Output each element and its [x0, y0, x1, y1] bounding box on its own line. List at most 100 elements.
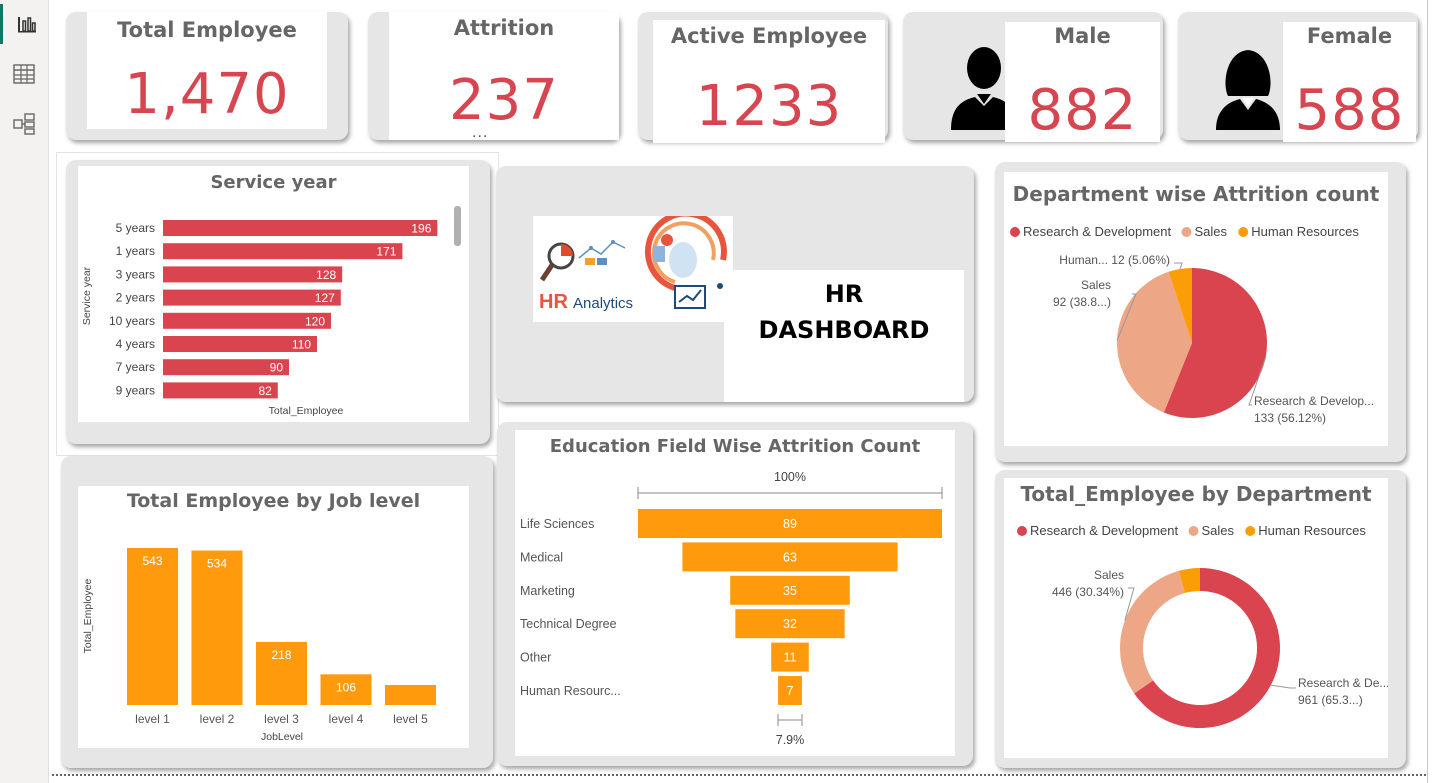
legend-marker	[1010, 227, 1020, 237]
data-label: 127	[315, 291, 335, 305]
more-options-icon[interactable]: ...	[472, 124, 488, 142]
table-view-icon[interactable]	[0, 54, 48, 94]
category-label: Other	[520, 651, 551, 665]
data-label: 120	[305, 314, 325, 328]
view-switcher-rail	[0, 0, 49, 783]
bar[interactable]	[163, 220, 438, 236]
slice-label: Human... 12 (5.06%)	[1059, 253, 1170, 267]
data-label: 63	[783, 550, 797, 564]
data-label: 171	[376, 245, 396, 259]
slice-value-label: 446 (30.34%)	[1052, 585, 1124, 599]
service-year-chart[interactable]: 5 years 196 1 years 171 3 years 128 2 years 127…	[78, 166, 469, 422]
legend-item[interactable]: Human Resources	[1258, 523, 1366, 538]
legend-item[interactable]: Sales	[1202, 523, 1235, 538]
data-label: 90	[270, 361, 284, 375]
dept-employee-card[interactable]: Total_Employee by Department Research & …	[995, 470, 1406, 768]
slice-value-label: 961 (65.3...)	[1298, 693, 1363, 707]
kpi-title: Attrition	[453, 16, 555, 40]
dept-employee-donut-chart[interactable]: Research & Development Sales Human Resourc…	[1004, 478, 1388, 758]
funnel-bottom-percent: 7.9%	[776, 733, 805, 747]
canvas-edge	[1427, 0, 1428, 783]
kpi-active-employee-card[interactable]: Active Employee 1233	[638, 12, 888, 143]
education-funnel-chart[interactable]: 100% Life Sciences 89 Medical 63 Marketing 35…	[515, 430, 955, 756]
title-card: HR Analytics HR DASHBOARD	[496, 166, 974, 402]
model-view-icon[interactable]	[0, 104, 48, 144]
category-label: 7 years	[116, 360, 155, 374]
dept-attrition-pie-chart[interactable]: Research & Development Sales Human Resourc…	[1004, 172, 1388, 446]
category-label: level 2	[200, 712, 235, 726]
bar[interactable]	[385, 685, 436, 705]
slice-label: Sales	[1094, 568, 1124, 582]
pie-slice[interactable]	[1120, 570, 1185, 694]
kpi-female-card[interactable]: Female 588	[1178, 12, 1418, 143]
kpi-value: 588	[1294, 78, 1405, 143]
dashboard-title-line2: DASHBOARD	[758, 316, 930, 344]
legend-item[interactable]: Human Resources	[1251, 224, 1359, 239]
y-axis-label: Service year	[81, 266, 93, 325]
legend-item[interactable]: Research & Development	[1030, 523, 1179, 538]
job-level-card[interactable]: Total Employee by Job level 543 level 1 53…	[61, 456, 493, 768]
data-label: 7	[787, 684, 794, 698]
data-label: 110	[292, 338, 311, 352]
logo-analytics-text: Analytics	[573, 295, 633, 312]
kpi-title: Female	[1306, 24, 1393, 48]
bar[interactable]	[191, 550, 243, 705]
report-view-icon[interactable]	[0, 4, 51, 44]
kpi-title: Total Employee	[117, 18, 297, 42]
kpi-value: 1,470	[124, 62, 290, 127]
education-card[interactable]: Education Field Wise Attrition Count 100…	[497, 422, 973, 766]
kpi-male-card[interactable]: Male 882	[903, 12, 1163, 143]
category-label: Technical Degree	[520, 617, 617, 631]
data-label: 543	[142, 554, 162, 568]
data-label: 106	[336, 680, 356, 694]
legend-item[interactable]: Research & Development	[1023, 224, 1172, 239]
service-year-card[interactable]: Service year 5 years 196 1 years 171 3 years…	[66, 160, 490, 444]
category-label: Marketing	[520, 584, 575, 598]
dept-attrition-card[interactable]: Department wise Attrition count Research…	[995, 162, 1406, 462]
data-label: 11	[784, 651, 797, 665]
chart-scrollbar[interactable]	[454, 206, 461, 246]
dashboard-title-line1: HR	[824, 280, 864, 308]
kpi-title: Male	[1054, 24, 1111, 48]
legend-marker	[1245, 526, 1256, 536]
category-label: level 5	[393, 712, 428, 726]
funnel-top-bracket	[637, 487, 943, 499]
female-avatar-icon	[1212, 44, 1284, 135]
category-label: 3 years	[116, 267, 155, 281]
funnel-top-percent: 100%	[774, 470, 806, 484]
leader-line	[1270, 684, 1296, 689]
leader-line	[1174, 262, 1183, 270]
data-label: 128	[316, 268, 336, 282]
hr-analytics-logo: HR Analytics	[533, 210, 733, 322]
funnel-bottom-bracket	[777, 714, 803, 726]
slice-label: Sales	[1081, 278, 1111, 292]
slice-label: Research & De...	[1298, 676, 1388, 690]
legend-marker	[1181, 227, 1192, 237]
bar[interactable]	[127, 547, 178, 705]
job-level-chart[interactable]: 543 level 1 534 level 2 218 level 3 106 level 4…	[78, 486, 469, 748]
category-label: level 3	[264, 712, 299, 726]
slice-value-label: 92 (38.8...)	[1053, 295, 1111, 309]
data-label: 82	[258, 384, 272, 398]
x-axis-label: JobLevel	[261, 731, 303, 743]
kpi-value: 1233	[695, 74, 843, 139]
category-label: 10 years	[109, 314, 155, 328]
slice-value-label: 133 (56.12%)	[1254, 411, 1326, 425]
slice-label: Research & Develop...	[1254, 394, 1374, 408]
legend-marker	[1017, 526, 1027, 536]
data-label: 534	[207, 557, 227, 571]
data-label: 218	[271, 648, 291, 662]
data-label: 89	[783, 517, 797, 531]
category-label: level 1	[135, 712, 170, 726]
legend-item[interactable]: Sales	[1195, 224, 1228, 239]
y-axis-label: Total_Employee	[82, 578, 94, 653]
data-label: 35	[783, 584, 797, 598]
legend-marker	[1238, 227, 1249, 237]
kpi-total-employee-card[interactable]: Total Employee 1,470	[66, 12, 348, 140]
category-label: 1 years	[116, 244, 155, 258]
kpi-attrition-card[interactable]: Attrition 237	[368, 12, 619, 140]
kpi-title: Active Employee	[670, 24, 868, 48]
category-label: Human Resourc...	[520, 684, 621, 698]
kpi-value: 882	[1027, 78, 1138, 143]
bar[interactable]	[163, 243, 403, 260]
